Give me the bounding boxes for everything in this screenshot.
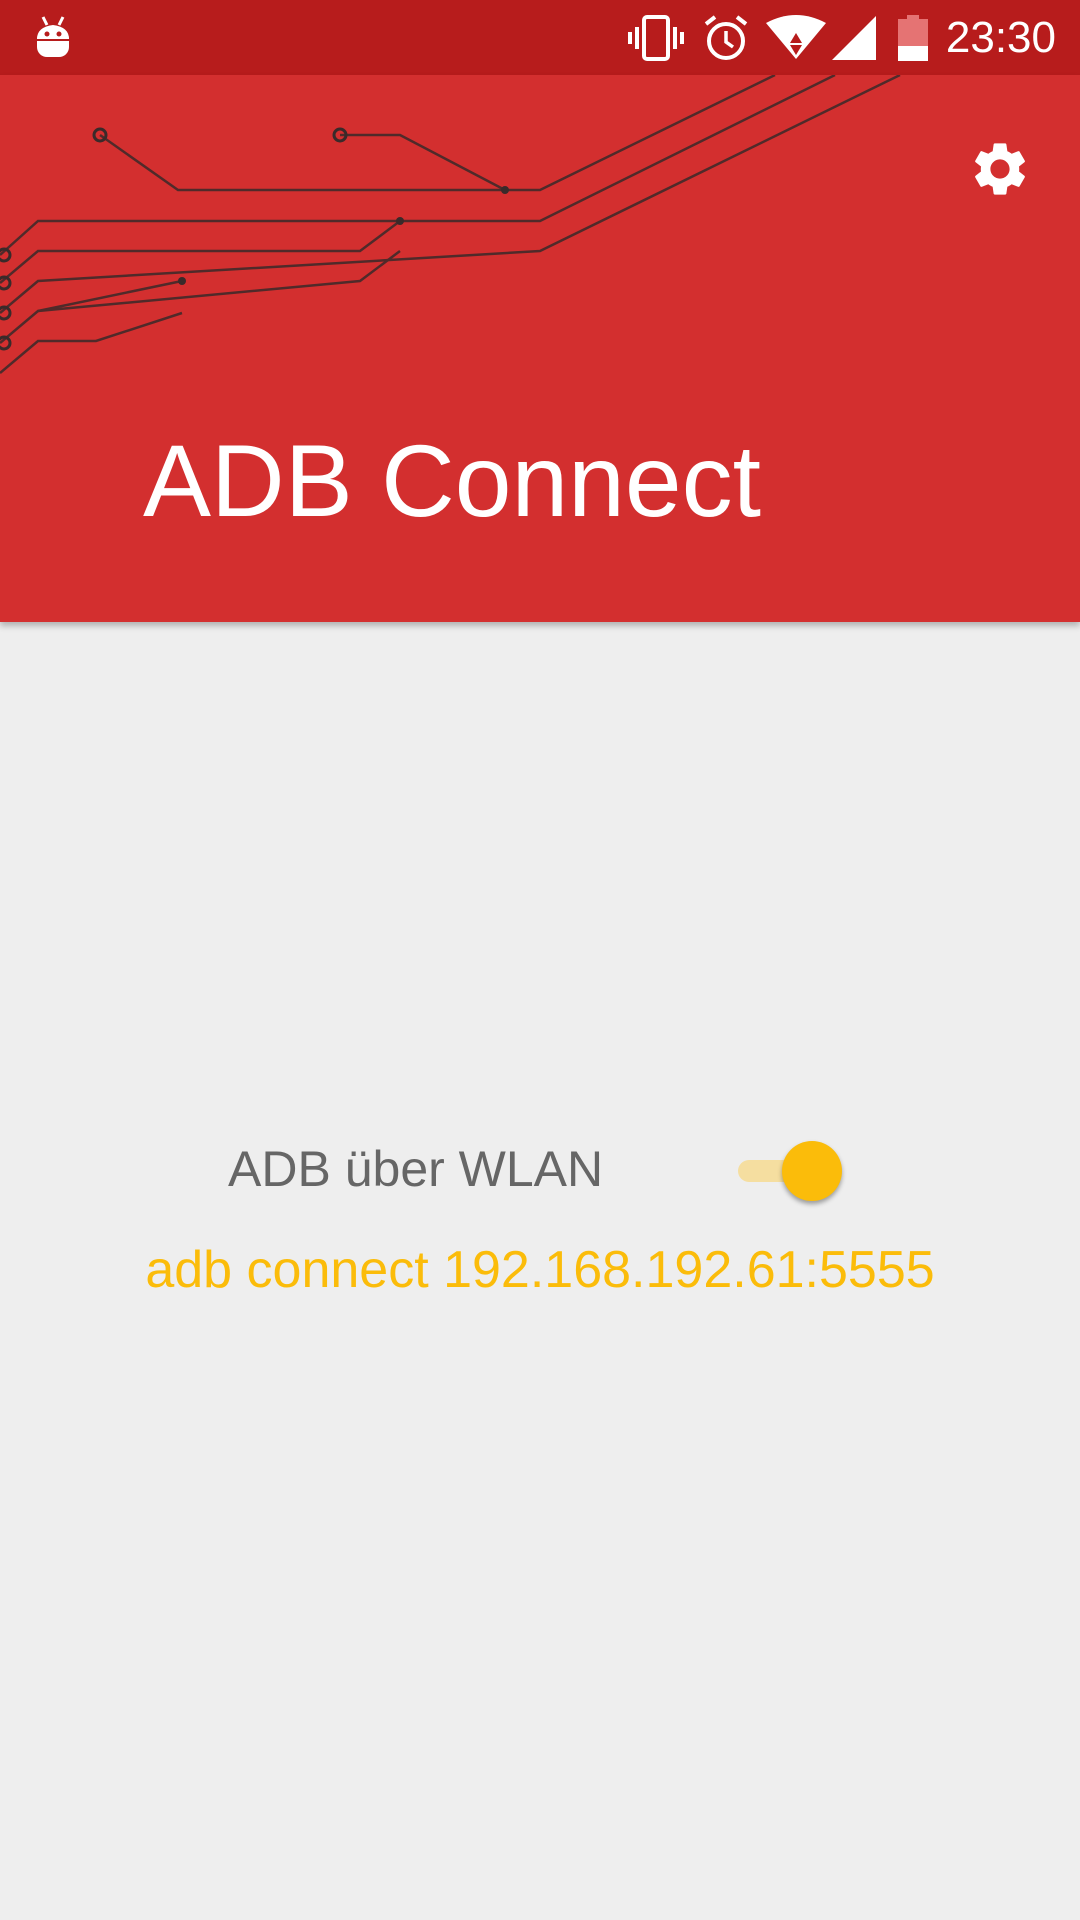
adb-wifi-row: ADB über WLAN (0, 1130, 1080, 1210)
battery-low-icon (896, 0, 930, 75)
adb-wifi-toggle[interactable] (734, 1140, 844, 1204)
android-notification-icon (30, 0, 76, 75)
cell-signal-icon (832, 0, 876, 75)
adb-wifi-label: ADB über WLAN (228, 1141, 604, 1197)
toggle-thumb (782, 1141, 842, 1201)
status-time: 23:30 (945, 13, 1056, 62)
settings-button[interactable] (956, 125, 1044, 213)
circuit-decoration (0, 75, 901, 374)
app-title: ADB Connect (143, 424, 761, 538)
wifi-icon (766, 0, 826, 75)
alarm-icon (702, 0, 750, 75)
screen: 23:30 ADB Connect ADB über WLAN adb conn… (0, 0, 1080, 1920)
vibrate-icon (628, 0, 684, 75)
status-bar: 23:30 (0, 0, 1080, 75)
adb-connect-command: adb connect 192.168.192.61:5555 (145, 1241, 935, 1299)
gear-icon (975, 143, 1025, 195)
app-bar: ADB Connect (0, 75, 1080, 622)
